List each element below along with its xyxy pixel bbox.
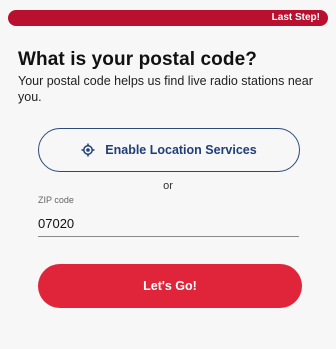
zip-code-input[interactable] — [38, 211, 299, 237]
lets-go-button[interactable]: Let's Go! — [38, 264, 302, 308]
zip-code-label: ZIP code — [38, 195, 74, 205]
page-subtitle: Your postal code helps us find live radi… — [18, 74, 313, 104]
progress-bar: Last Step! — [8, 10, 328, 26]
progress-label: Last Step! — [271, 12, 320, 23]
enable-location-button[interactable]: Enable Location Services — [38, 128, 300, 172]
enable-location-label: Enable Location Services — [105, 143, 257, 157]
page-title: What is your postal code? — [18, 49, 257, 70]
or-separator: or — [163, 180, 173, 192]
location-target-icon — [81, 143, 95, 157]
